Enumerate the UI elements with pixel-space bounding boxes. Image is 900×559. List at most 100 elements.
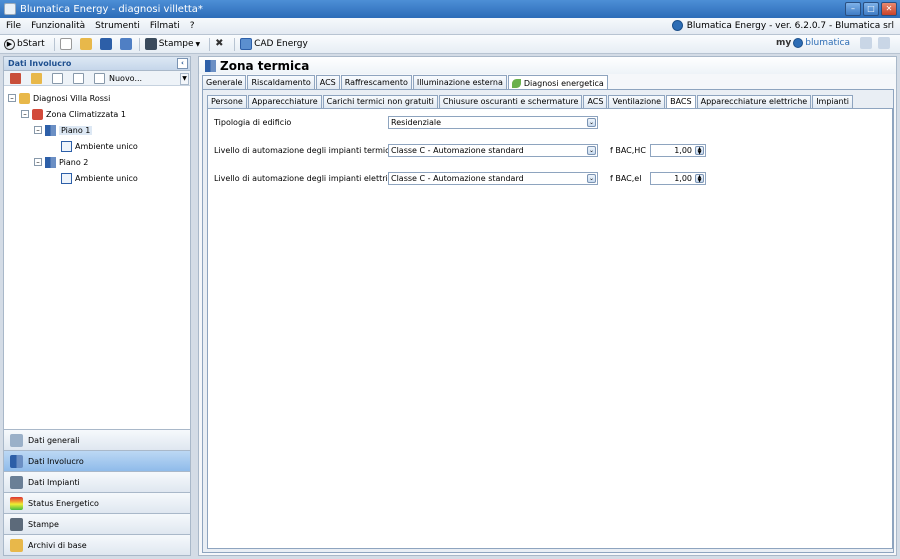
spinner-arrows-icon[interactable]: ▲ ▼ — [695, 173, 704, 183]
tree-node[interactable]: Ambiente unico — [4, 170, 190, 186]
elettrici-select[interactable]: Classe C - Automazione standard ⌄ — [388, 171, 598, 185]
subtab-carichi-termici[interactable]: Carichi termici non gratuiti — [322, 95, 438, 108]
tree-node[interactable]: – Zona Climatizzata 1 — [4, 106, 190, 122]
nav-archivi[interactable]: Archivi di base — [4, 534, 190, 555]
stampe-button[interactable]: Stampe ▼ — [144, 37, 200, 52]
nav-status-energetico[interactable]: Status Energetico — [4, 492, 190, 513]
toolbar-separator — [138, 37, 140, 51]
printer-icon — [144, 38, 157, 50]
nav-dati-generali[interactable]: Dati generali — [4, 429, 190, 450]
energy-class-icon — [10, 496, 23, 510]
maximize-icon[interactable]: □ — [863, 2, 879, 16]
tree-collapse-icon[interactable]: – — [21, 110, 29, 118]
add-component-icon[interactable] — [31, 72, 42, 84]
section-nav: Dati generali Dati Involucro Dati Impian… — [4, 429, 190, 555]
new-item-icon[interactable] — [94, 72, 105, 84]
subtab-ventilazione[interactable]: Ventilazione — [608, 95, 666, 108]
chevron-down-icon[interactable]: ⌄ — [587, 145, 596, 155]
tree-label: Ambiente unico — [75, 173, 138, 183]
bstart-button[interactable]: ▶ bStart — [4, 37, 45, 52]
nav-dati-impianti[interactable]: Dati Impianti — [4, 471, 190, 492]
new-file-icon[interactable] — [59, 38, 72, 50]
app-icon — [4, 3, 16, 15]
chevron-down-icon[interactable]: ⌄ — [587, 117, 596, 127]
tree-collapse-icon[interactable]: – — [34, 126, 42, 134]
save-icon[interactable] — [99, 38, 112, 50]
termici-factor-spinner[interactable]: 1,00 ▲ ▼ — [650, 143, 706, 157]
subtab-impianti[interactable]: Impianti — [812, 95, 853, 108]
tree-node[interactable]: Ambiente unico — [4, 138, 190, 154]
tree-label: Piano 1 — [59, 125, 93, 135]
subtab-acs[interactable]: ACS — [583, 95, 608, 108]
tab-riscaldamento[interactable]: Riscaldamento — [247, 75, 315, 89]
tree-collapse-icon[interactable]: – — [8, 94, 16, 102]
diagnosi-tab-content: Persone Apparecchiature Carichi termici … — [202, 89, 894, 553]
tree-node[interactable]: – Diagnosi Villa Rossi — [4, 90, 190, 106]
tab-diagnosi-energetica[interactable]: Diagnosi energetica — [507, 75, 608, 90]
tree-collapse-icon[interactable]: – — [34, 158, 42, 166]
elettrici-value: Classe C - Automazione standard — [391, 173, 524, 183]
tree-node[interactable]: – Piano 2 — [4, 154, 190, 170]
tab-illuminazione-esterna[interactable]: Illuminazione esterna — [412, 75, 507, 89]
left-panel: Dati Involucro ‹ Nuovo... ▼ – Diagnosi V… — [3, 56, 191, 556]
collapse-panel-icon[interactable]: ‹ — [177, 58, 188, 69]
nav-label: Stampe — [28, 519, 59, 529]
nav-label: Dati Impianti — [28, 477, 80, 487]
tree-toolbar-dropdown-icon[interactable]: ▼ — [180, 73, 189, 85]
collapse-all-icon[interactable] — [73, 72, 84, 84]
trash-icon[interactable] — [878, 37, 890, 49]
elettrici-factor-spinner[interactable]: 1,00 ▲ ▼ — [650, 171, 706, 185]
structure-icon[interactable] — [10, 72, 21, 84]
account-icon[interactable] — [860, 37, 872, 49]
subtab-bacs[interactable]: BACS — [666, 95, 696, 108]
subtab-apparecchiature-elettriche[interactable]: Apparecchiature elettriche — [696, 95, 812, 108]
cad-energy-label: CAD Energy — [254, 39, 308, 49]
tab-acs[interactable]: ACS — [315, 75, 340, 89]
tipologia-value: Residenziale — [391, 117, 442, 127]
nav-stampe[interactable]: Stampe — [4, 513, 190, 534]
menu-help[interactable]: ? — [190, 21, 195, 31]
page-title-text: Zona termica — [220, 58, 310, 73]
menu-filmati[interactable]: Filmati — [150, 21, 180, 31]
my-label: my — [776, 38, 792, 48]
termici-value: Classe C - Automazione standard — [391, 145, 524, 155]
chevron-down-icon[interactable]: ⌄ — [587, 173, 596, 183]
subtab-persone[interactable]: Persone — [207, 95, 247, 108]
menu-funzionalita[interactable]: Funzionalità — [31, 21, 85, 31]
subtab-chiusure-oscuranti[interactable]: Chiusure oscuranti e schermature — [438, 95, 583, 108]
close-icon[interactable]: ✕ — [881, 2, 897, 16]
bacs-form: Tipologia di edificio Residenziale ⌄ Liv… — [207, 108, 893, 549]
tree-label: Zona Climatizzata 1 — [46, 109, 126, 119]
tree-label: Diagnosi Villa Rossi — [33, 93, 111, 103]
cad-icon — [240, 38, 253, 50]
open-folder-icon[interactable] — [79, 38, 92, 50]
bstart-icon: ▶ — [4, 38, 15, 50]
tab-label: Diagnosi energetica — [523, 78, 604, 88]
termici-factor-label: f BAC,HC — [610, 145, 646, 155]
expand-all-icon[interactable] — [52, 72, 63, 84]
tipologia-label: Tipologia di edificio — [214, 117, 292, 127]
tree-node[interactable]: – Piano 1 — [4, 122, 190, 138]
myblumatica-area: my blumatica — [776, 37, 892, 49]
tipologia-select[interactable]: Residenziale ⌄ — [388, 115, 598, 129]
blumatica-logo-icon — [671, 20, 683, 31]
blumatica-label: blumatica — [805, 38, 850, 48]
menu-file[interactable]: File — [6, 21, 21, 31]
version-label: Blumatica Energy - ver. 6.2.0.7 - Blumat… — [686, 20, 894, 31]
tools-icon[interactable]: ✖ — [215, 38, 227, 50]
cad-energy-button[interactable]: CAD Energy — [240, 37, 308, 52]
tab-generale[interactable]: Generale — [202, 75, 247, 89]
nav-dati-involucro[interactable]: Dati Involucro — [4, 450, 190, 471]
new-item-label[interactable]: Nuovo... — [109, 74, 142, 83]
minimize-icon[interactable]: – — [845, 2, 861, 16]
tab-raffrescamento[interactable]: Raffrescamento — [340, 75, 412, 89]
spinner-arrows-icon[interactable]: ▲ ▼ — [695, 145, 704, 155]
room-icon — [61, 140, 72, 152]
termici-select[interactable]: Classe C - Automazione standard ⌄ — [388, 143, 598, 157]
subtab-apparecchiature[interactable]: Apparecchiature — [247, 95, 322, 108]
floor-icon — [45, 124, 56, 136]
menu-strumenti[interactable]: Strumenti — [95, 21, 140, 31]
version-info: Blumatica Energy - ver. 6.2.0.7 - Blumat… — [671, 20, 894, 31]
archive-icon — [10, 538, 23, 552]
save-as-icon[interactable] — [119, 38, 132, 50]
